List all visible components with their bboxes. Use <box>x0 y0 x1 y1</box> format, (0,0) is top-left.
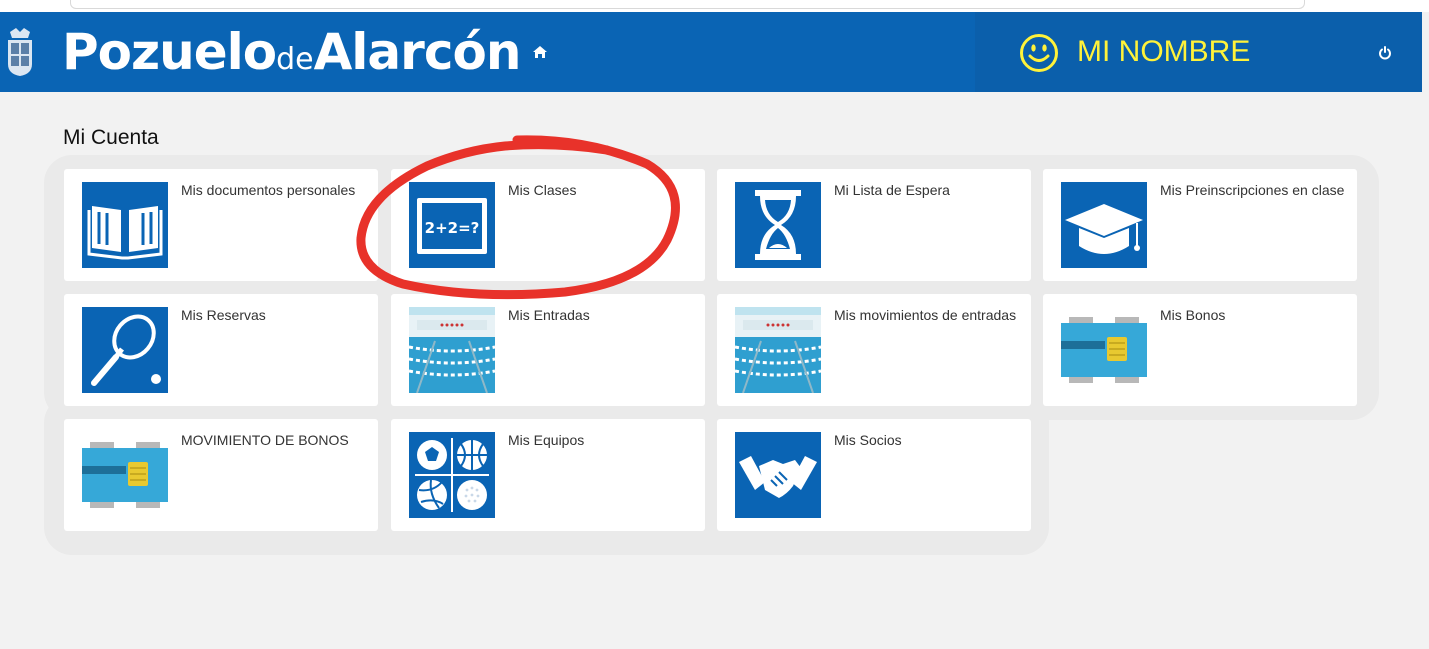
card-mi-lista-de-espera[interactable]: Mi Lista de Espera <box>717 169 1031 281</box>
swimming-pool-icon <box>735 307 821 393</box>
card-mis-documentos[interactable]: Mis documentos personales <box>64 169 378 281</box>
card-mis-socios[interactable]: Mis Socios <box>717 419 1031 531</box>
card-mis-entradas[interactable]: Mis Entradas <box>391 294 705 406</box>
graduation-cap-icon <box>1061 182 1147 268</box>
address-bar[interactable] <box>70 0 1305 9</box>
browser-top-strip <box>0 0 1429 12</box>
coat-of-arms-icon <box>8 28 32 76</box>
open-book-icon <box>82 182 168 268</box>
handshake-icon <box>735 432 821 518</box>
card-label: Mis documentos personales <box>181 182 356 198</box>
card-label: Mis Reservas <box>181 307 266 323</box>
brand-de: de <box>276 42 314 77</box>
sports-balls-icon <box>409 432 495 518</box>
card-label: Mis Clases <box>508 182 577 198</box>
card-mis-preinscripciones[interactable]: Mis Preinscripciones en clase <box>1043 169 1357 281</box>
membership-card-icon <box>1061 307 1147 393</box>
card-mis-equipos[interactable]: Mis Equipos <box>391 419 705 531</box>
membership-card-icon <box>82 432 168 518</box>
card-label: Mis Socios <box>834 432 902 448</box>
site-brand[interactable]: PozuelodeAlarcón <box>62 22 522 94</box>
card-mis-bonos[interactable]: Mis Bonos <box>1043 294 1357 406</box>
brand-alarcon: Alarcón <box>313 23 522 81</box>
card-label: Mis movimientos de entradas <box>834 307 1017 323</box>
card-label: Mi Lista de Espera <box>834 182 950 198</box>
blackboard-icon: 2+2=? <box>409 182 495 268</box>
card-movimiento-de-bonos[interactable]: MOVIMIENTO DE BONOS <box>64 419 378 531</box>
user-name[interactable]: MI NOMBRE <box>1077 34 1250 70</box>
site-header: PozuelodeAlarcón MI NOMBRE <box>0 12 1422 92</box>
swimming-pool-icon <box>409 307 495 393</box>
card-mis-clases[interactable]: 2+2=? Mis Clases <box>391 169 705 281</box>
blackboard-text: 2+2=? <box>425 219 480 237</box>
power-icon[interactable] <box>1378 46 1392 60</box>
hourglass-icon <box>735 182 821 268</box>
home-icon[interactable] <box>532 44 548 60</box>
card-label: MOVIMIENTO DE BONOS <box>181 432 349 448</box>
tennis-racket-icon <box>82 307 168 393</box>
card-mis-movimientos-de-entradas[interactable]: Mis movimientos de entradas <box>717 294 1031 406</box>
card-label: Mis Preinscripciones en clase <box>1160 182 1345 198</box>
card-label: Mis Bonos <box>1160 307 1226 323</box>
page-title: Mi Cuenta <box>63 126 159 149</box>
card-mis-reservas[interactable]: Mis Reservas <box>64 294 378 406</box>
smiley-icon[interactable] <box>1019 33 1059 73</box>
card-label: Mis Equipos <box>508 432 585 448</box>
card-label: Mis Entradas <box>508 307 590 323</box>
brand-pozuelo: Pozuelo <box>62 23 277 81</box>
